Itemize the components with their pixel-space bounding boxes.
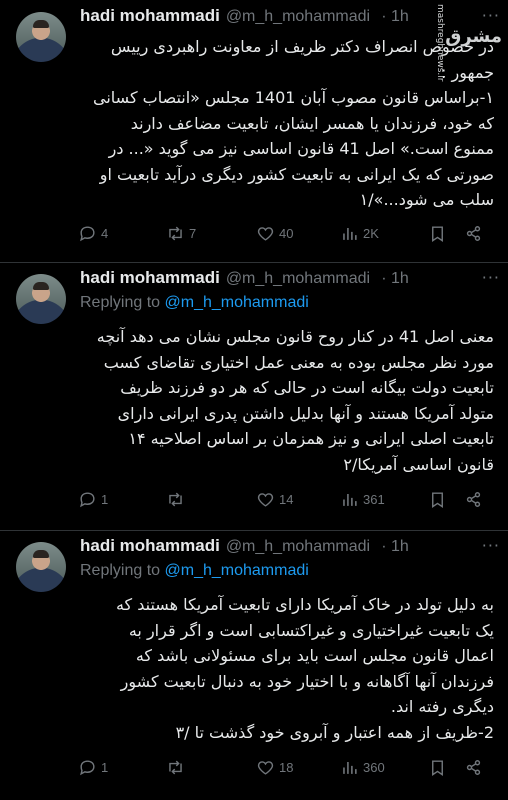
- like-button[interactable]: 40: [256, 224, 293, 243]
- tweet-line: که خود، فرزندان یا همسر ایشان، تابعیت مض…: [130, 113, 494, 133]
- like-button[interactable]: 14: [256, 490, 293, 509]
- tweet-line: یک تابعیت غیراختیاری و غیراکتسابی است و …: [128, 620, 494, 640]
- views-button[interactable]: 361: [340, 490, 385, 509]
- heart-icon: [257, 227, 274, 241]
- heart-icon: [257, 493, 274, 507]
- tweet-line: دیگری رفته اند.: [390, 697, 494, 716]
- display-name[interactable]: hadi mohammadi: [80, 268, 220, 287]
- views-icon: [343, 761, 357, 774]
- share-icon: [466, 226, 481, 241]
- bookmark-icon: [432, 492, 443, 508]
- replying-to: Replying to @m_h_mohammadi: [80, 294, 309, 312]
- tweet[interactable]: hadi mohammadi @m_h_mohammadi · 1h ··· Re…: [0, 530, 508, 800]
- tweet-line: تابعیت دولت بیگانه است در حالی که هر دو …: [120, 378, 494, 397]
- tweet-header: hadi mohammadi @m_h_mohammadi · 1h: [80, 268, 498, 292]
- like-count: 40: [279, 226, 294, 241]
- avatar[interactable]: [16, 274, 66, 324]
- views-icon: [343, 493, 357, 506]
- repost-icon: [169, 760, 182, 775]
- tweet-line: در خصوص انصراف دکتر ظریف از معاونت راهبر…: [110, 37, 494, 56]
- views-button[interactable]: 2K: [340, 224, 379, 243]
- view-count: 360: [363, 760, 385, 775]
- repost-icon: [169, 226, 182, 241]
- reply-icon: [80, 492, 95, 508]
- timestamp[interactable]: · 1h: [381, 270, 409, 287]
- replying-label: Replying to: [80, 562, 161, 579]
- avatar[interactable]: [16, 542, 66, 592]
- like-button[interactable]: 18: [256, 758, 293, 777]
- tweet-line: فرزندان آنها آگاهانه و با اختیار خود به …: [120, 671, 494, 691]
- repost-count: 7: [189, 226, 197, 241]
- timestamp[interactable]: · 1h: [381, 538, 409, 555]
- handle[interactable]: @m_h_mohammadi: [226, 538, 370, 555]
- repost-button[interactable]: [166, 490, 189, 509]
- reply-button[interactable]: 1: [78, 490, 108, 509]
- bookmark-icon: [432, 226, 443, 242]
- reply-button[interactable]: 4: [78, 224, 108, 243]
- replying-to: Replying to @m_h_mohammadi: [80, 562, 309, 580]
- action-bar: 1 14 361: [78, 490, 498, 512]
- views-button[interactable]: 360: [340, 758, 385, 777]
- tweet[interactable]: hadi mohammadi @m_h_mohammadi · 1h ··· در…: [0, 0, 508, 262]
- reply-count: 1: [101, 492, 109, 507]
- repost-icon: [169, 492, 182, 507]
- replying-mention[interactable]: @m_h_mohammadi: [165, 294, 309, 311]
- replying-label: Replying to: [80, 294, 161, 311]
- display-name[interactable]: hadi mohammadi: [80, 6, 220, 25]
- reply-icon: [80, 760, 95, 776]
- replying-mention[interactable]: @m_h_mohammadi: [165, 562, 309, 579]
- tweet-line: سلب می شود...»/۱: [359, 190, 494, 209]
- tweet-line: ۱-براساس قانون مصوب آبان 1401 مجلس «انتص…: [93, 88, 494, 107]
- tweet-line: 2-ظریف از همه اعتبار و آبروی خود گذشت تا…: [175, 722, 494, 742]
- tweet[interactable]: hadi mohammadi @m_h_mohammadi · 1h ··· Re…: [0, 262, 508, 530]
- action-bar: 4 7 40 2K: [78, 224, 498, 246]
- tweet-line: به دلیل تولد در خاک آمریکا دارای تابعیت …: [115, 595, 494, 614]
- tweet-header: hadi mohammadi @m_h_mohammadi · 1h: [80, 536, 498, 560]
- share-button[interactable]: [464, 490, 487, 509]
- tweet-text: به دلیل تولد در خاک آمریکا دارای تابعیت …: [78, 592, 494, 745]
- reply-icon: [80, 226, 95, 242]
- action-bar: 1 18 360: [78, 758, 498, 780]
- bookmark-button[interactable]: [428, 758, 451, 777]
- tweet-line: معنی اصل 41 در کنار روح قانون مجلس نشان …: [96, 327, 494, 346]
- like-count: 18: [279, 760, 294, 775]
- tweet-line: مورد نظر مجلس بوده به معنی عمل اختیاری ت…: [103, 352, 494, 372]
- display-name[interactable]: hadi mohammadi: [80, 536, 220, 555]
- reply-button[interactable]: 1: [78, 758, 108, 777]
- repost-button[interactable]: [166, 758, 189, 777]
- avatar[interactable]: [16, 12, 66, 62]
- reply-count: 1: [101, 760, 109, 775]
- tweet-text: معنی اصل 41 در کنار روح قانون مجلس نشان …: [78, 324, 494, 477]
- view-count: 2K: [363, 226, 379, 241]
- handle[interactable]: @m_h_mohammadi: [226, 8, 370, 25]
- more-options-icon[interactable]: ···: [482, 6, 500, 25]
- more-options-icon[interactable]: ···: [482, 536, 500, 555]
- tweet-line: صورتی که یک ایرانی به تابعیت کشور دیگری …: [99, 164, 494, 184]
- share-button[interactable]: [464, 758, 487, 777]
- timestamp[interactable]: · 1h: [381, 8, 409, 25]
- tweet-header: hadi mohammadi @m_h_mohammadi · 1h: [80, 6, 498, 30]
- tweet-line: قانون اساسی آمریکا/۲: [343, 454, 494, 474]
- tweet-line: متولد آمریکا هستند و آنها بدلیل داشتن پد…: [117, 403, 494, 423]
- tweet-line: اعمال قانون مجلس است باید برای مسئولانی …: [135, 646, 494, 665]
- more-options-icon[interactable]: ···: [482, 268, 500, 287]
- tweet-text: در خصوص انصراف دکتر ظریف از معاونت راهبر…: [78, 34, 494, 213]
- tweet-line: تابعیت اصلی ایرانی و نیز همزمان بر اساس …: [128, 429, 494, 448]
- share-button[interactable]: [464, 224, 487, 243]
- bookmark-icon: [432, 760, 443, 776]
- heart-icon: [257, 761, 274, 775]
- like-count: 14: [279, 492, 294, 507]
- bookmark-button[interactable]: [428, 224, 451, 243]
- handle[interactable]: @m_h_mohammadi: [226, 270, 370, 287]
- tweet-line: جمهور :: [441, 62, 494, 82]
- share-icon: [466, 492, 481, 507]
- view-count: 361: [363, 492, 385, 507]
- reply-count: 4: [101, 226, 109, 241]
- views-icon: [343, 227, 357, 240]
- share-icon: [466, 760, 481, 775]
- repost-button[interactable]: 7: [166, 224, 196, 243]
- tweet-line: ممنوع است.» اصل 41 قانون اساسی نیز می گو…: [108, 139, 494, 158]
- bookmark-button[interactable]: [428, 490, 451, 509]
